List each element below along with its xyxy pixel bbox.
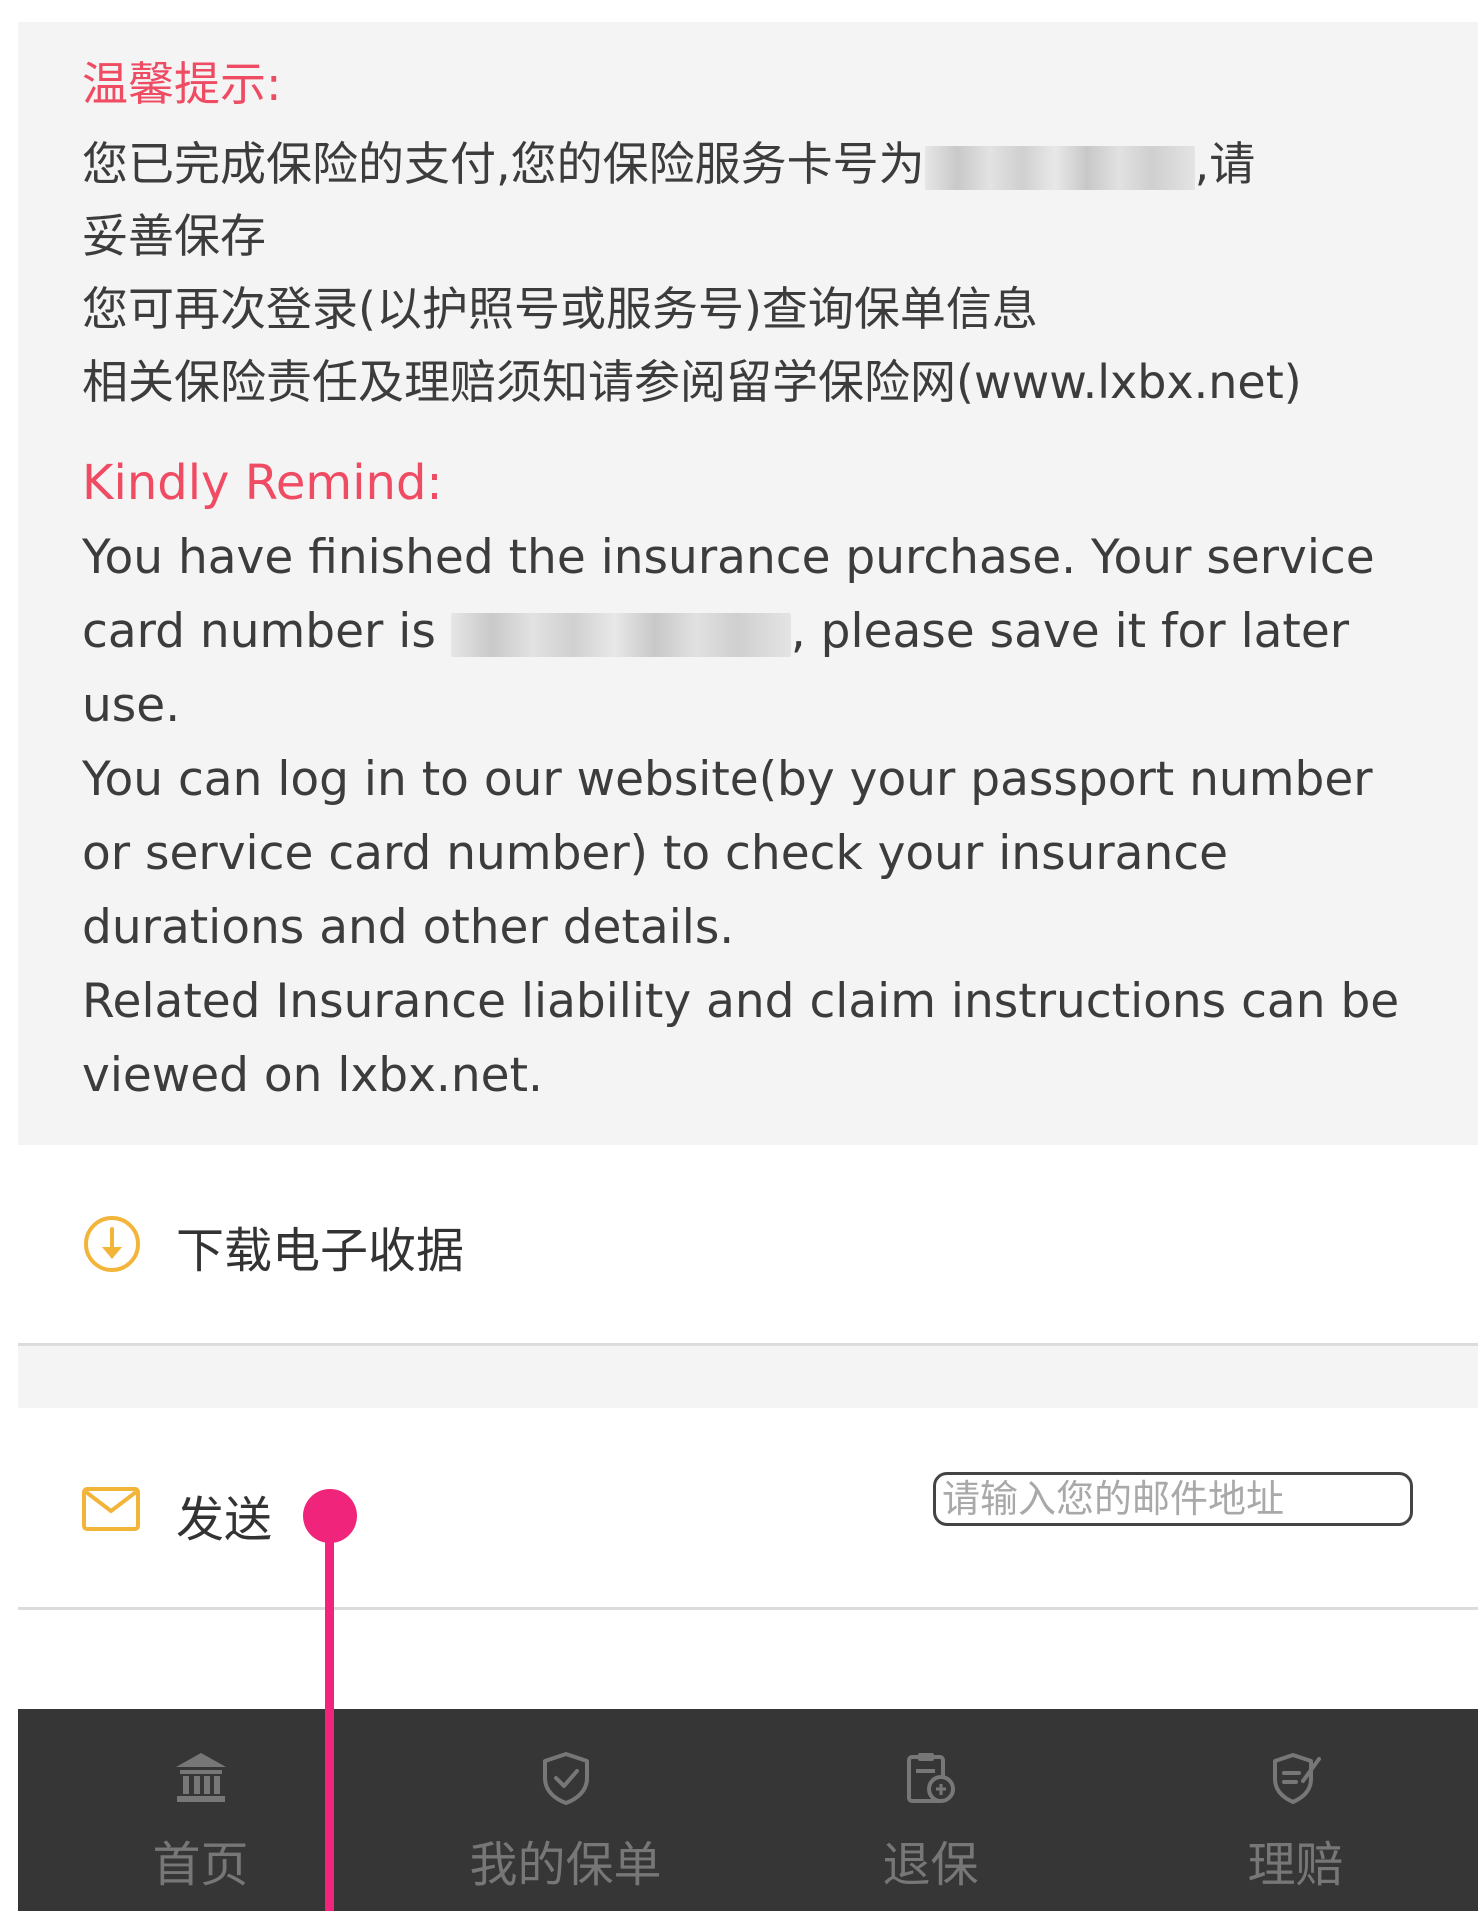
annotation-marker-line — [325, 1515, 334, 1911]
download-receipt-row[interactable]: 下载电子收据 — [18, 1145, 1478, 1346]
notice-en-line-4: You can log in to our website(by your pa… — [82, 752, 1373, 807]
annotation-marker-dot — [303, 1489, 357, 1543]
notice-zh-line-1-tail: ,请 — [1194, 137, 1256, 191]
notice-zh-line-1: 您已完成保险的支付,您的保险服务卡号为 ,请 — [82, 128, 1255, 194]
tab-my-policies[interactable]: 我的保单 — [383, 1709, 748, 1911]
bottom-tab-bar: 首页 我的保单 退保 理赔 — [18, 1709, 1478, 1911]
redacted-card-number-en — [450, 612, 791, 657]
shield-check-icon — [542, 1752, 589, 1805]
notice-en-line-2: card number is , please save it for late… — [82, 604, 1349, 659]
download-receipt-label: 下载电子收据 — [176, 1223, 465, 1279]
notice-en-line-7: Related Insurance liability and claim in… — [82, 974, 1400, 1029]
notice-en-line-1: You have finished the insurance purchase… — [82, 530, 1375, 585]
send-button[interactable]: 发送 — [176, 1480, 272, 1550]
notice-en-line-6: durations and other details. — [82, 900, 735, 955]
bank-icon — [175, 1753, 226, 1802]
notice-zh-title: 温馨提示: — [82, 57, 282, 111]
redacted-card-number — [924, 145, 1195, 190]
notice-en-line-5: or service card number) to check your in… — [82, 826, 1229, 881]
tab-claims[interactable]: 理赔 — [1113, 1709, 1478, 1911]
tab-surrender-label: 退保 — [882, 1837, 979, 1893]
notice-en-line-3: use. — [82, 678, 181, 733]
tab-surrender[interactable]: 退保 — [748, 1709, 1113, 1911]
notice-en-line-2-text: card number is — [82, 604, 451, 659]
notice-zh-line-2: 妥善保存 — [82, 209, 266, 263]
notice-zh-line-1-text: 您已完成保险的支付,您的保险服务卡号为 — [82, 137, 925, 191]
tab-my-policies-label: 我的保单 — [469, 1837, 662, 1893]
notice-en-title: Kindly Remind: — [82, 455, 443, 511]
notice-en-line-8: viewed on lxbx.net. — [82, 1048, 543, 1103]
tab-claims-label: 理赔 — [1247, 1837, 1344, 1893]
claim-shield-icon — [1272, 1753, 1321, 1804]
email-input[interactable] — [933, 1472, 1413, 1526]
download-icon — [84, 1216, 140, 1272]
notice-en-line-2-tail: , please save it for later — [790, 604, 1350, 659]
mail-icon — [82, 1487, 140, 1531]
notice-zh-line-4: 相关保险责任及理赔须知请参阅留学保险网(www.lxbx.net) — [82, 355, 1302, 409]
document-refund-icon — [906, 1753, 955, 1803]
notice-zh-line-3: 您可再次登录(以护照号或服务号)查询保单信息 — [82, 282, 1038, 336]
section-gap — [18, 1346, 1478, 1408]
